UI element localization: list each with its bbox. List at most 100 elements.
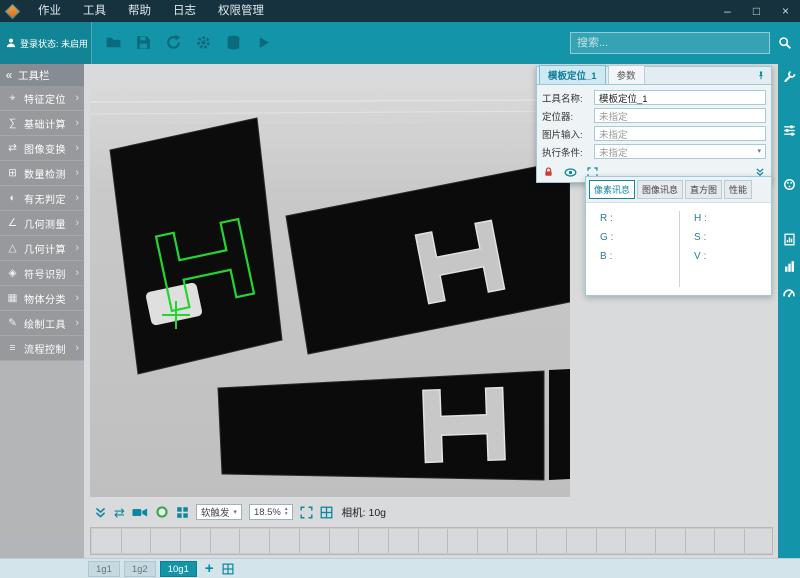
sidebar-item-label: 有无判定 (24, 191, 75, 206)
app-logo-icon (6, 5, 19, 18)
collapse-toolbar-icon[interactable] (94, 506, 107, 519)
filmstrip-cell[interactable] (330, 529, 360, 553)
folder-icon[interactable] (104, 33, 123, 52)
sidebar-item-10[interactable]: ≡流程控制› (0, 336, 84, 361)
layout-grid-icon[interactable] (320, 506, 333, 519)
caret-down-icon: ▾ (757, 148, 761, 155)
sidebar-item-2[interactable]: ⇄图像变换› (0, 136, 84, 161)
filmstrip-cell[interactable] (211, 529, 241, 553)
sidebar-item-5[interactable]: ∠几何测量› (0, 211, 84, 236)
minimize-button[interactable]: – (713, 0, 742, 22)
save-icon[interactable] (134, 33, 153, 52)
chevron-right-icon: › (75, 192, 79, 204)
search-box[interactable] (570, 32, 770, 54)
record-icon[interactable] (155, 505, 169, 519)
filmstrip-cell[interactable] (270, 529, 300, 553)
info-tab-3[interactable]: 性能 (724, 180, 752, 199)
filmstrip-cell[interactable] (686, 529, 716, 553)
camera-icon[interactable] (132, 506, 148, 519)
collapse-sidebar-icon[interactable]: « (0, 68, 18, 82)
pixel-value-label: S : (694, 232, 707, 243)
filmstrip-cell[interactable] (567, 529, 597, 553)
chevron-right-icon: › (75, 92, 79, 104)
filmstrip-cell[interactable] (448, 529, 478, 553)
field-input[interactable]: 模板定位_1 (594, 90, 766, 105)
tool-panel-tab-1[interactable]: 参数 (608, 65, 645, 84)
menu-item-1[interactable]: 工具 (72, 0, 117, 22)
close-button[interactable]: × (771, 0, 800, 22)
page-tab-1g1[interactable]: 1g1 (88, 561, 120, 577)
info-tab-1[interactable]: 图像讯息 (637, 180, 683, 199)
sidebar-item-4[interactable]: ◐有无判定› (0, 186, 84, 211)
filmstrip-cell[interactable] (389, 529, 419, 553)
menu-item-4[interactable]: 权限管理 (207, 0, 275, 22)
field-select[interactable]: 未指定 (594, 108, 766, 123)
bar-chart-icon[interactable] (783, 260, 796, 273)
filmstrip-cell[interactable] (419, 529, 449, 553)
tool-panel-tab-0[interactable]: 模板定位_1 (539, 65, 606, 84)
report-icon[interactable] (783, 233, 796, 246)
add-page-button[interactable]: + (205, 561, 214, 577)
field-row-2: 图片输入:未指定 (542, 126, 766, 141)
filmstrip-cell[interactable] (478, 529, 508, 553)
filmstrip-cell[interactable] (151, 529, 181, 553)
zoom-level-stepper[interactable]: 18.5% ▴▾ (249, 504, 293, 520)
sidebar-item-7[interactable]: ◈符号识别› (0, 261, 84, 286)
wrench-icon[interactable] (783, 70, 796, 83)
sidebar-item-6[interactable]: △几何计算› (0, 236, 84, 261)
palette-icon[interactable] (783, 178, 796, 191)
sidebar-item-label: 数量检测 (24, 166, 75, 181)
lock-icon[interactable] (543, 166, 554, 178)
filmstrip-cell[interactable] (745, 529, 773, 553)
sidebar-item-1[interactable]: ∑基础计算› (0, 111, 84, 136)
filmstrip[interactable] (90, 527, 773, 555)
field-label: 图片输入: (542, 127, 594, 141)
page-layout-icon[interactable] (222, 563, 234, 575)
search-input[interactable] (577, 37, 763, 49)
flow-control-icon: ≡ (5, 342, 20, 354)
redo-icon[interactable] (164, 33, 183, 52)
pin-icon[interactable] (756, 70, 766, 81)
sidebar-item-9[interactable]: ✎绘制工具› (0, 311, 84, 336)
filmstrip-cell[interactable] (626, 529, 656, 553)
grid-view-icon[interactable] (176, 506, 189, 519)
sidebar-title: 工具栏 (18, 68, 50, 83)
filmstrip-cell[interactable] (300, 529, 330, 553)
tool-panel-tabs: 模板定位_1参数 (537, 67, 771, 85)
search-icon[interactable] (776, 34, 794, 52)
play-icon[interactable] (254, 33, 273, 52)
field-select[interactable]: 未指定 (594, 126, 766, 141)
filmstrip-cell[interactable] (537, 529, 567, 553)
field-select[interactable]: 未指定▾ (594, 144, 766, 159)
trigger-mode-select[interactable]: 软触发 ▾ (196, 504, 242, 520)
sidebar-item-0[interactable]: ⌖特征定位› (0, 86, 84, 111)
filmstrip-cell[interactable] (508, 529, 538, 553)
database-icon[interactable] (224, 33, 243, 52)
swap-icon[interactable]: ⇄ (114, 506, 125, 519)
filmstrip-cell[interactable] (240, 529, 270, 553)
camera-image[interactable] (90, 88, 570, 497)
filmstrip-cell[interactable] (92, 529, 122, 553)
filmstrip-cell[interactable] (656, 529, 686, 553)
filmstrip-cell[interactable] (181, 529, 211, 553)
filmstrip-cell[interactable] (122, 529, 152, 553)
gauge-icon[interactable] (782, 287, 796, 300)
sidebar-item-8[interactable]: ▦物体分类› (0, 286, 84, 311)
spinner-icon[interactable]: ▴▾ (285, 507, 288, 517)
sidebar-item-3[interactable]: ⊞数量检测› (0, 161, 84, 186)
info-tab-0[interactable]: 像素讯息 (589, 180, 635, 199)
menu-item-3[interactable]: 日志 (162, 0, 207, 22)
info-tab-2[interactable]: 直方图 (685, 180, 722, 199)
eye-icon[interactable] (564, 167, 577, 178)
filmstrip-cell[interactable] (597, 529, 627, 553)
menu-item-0[interactable]: 作业 (27, 0, 72, 22)
menu-item-2[interactable]: 帮助 (117, 0, 162, 22)
page-tab-1g2[interactable]: 1g2 (124, 561, 156, 577)
maximize-button[interactable]: □ (742, 0, 771, 22)
filmstrip-cell[interactable] (715, 529, 745, 553)
gear-icon[interactable] (194, 33, 213, 52)
fit-screen-icon[interactable] (300, 506, 313, 519)
filmstrip-cell[interactable] (359, 529, 389, 553)
sliders-icon[interactable] (783, 124, 796, 137)
page-tab-10g1[interactable]: 10g1 (160, 561, 197, 577)
